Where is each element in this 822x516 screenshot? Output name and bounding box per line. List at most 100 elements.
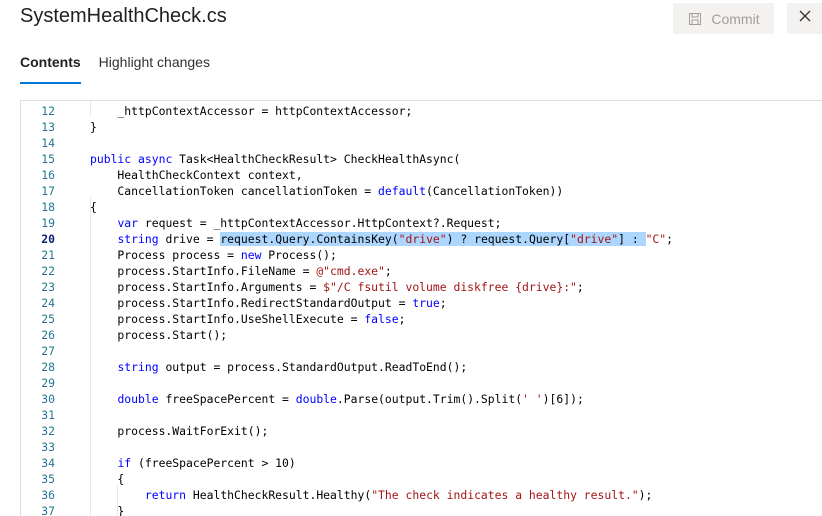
line-number: 12 [41,104,55,118]
code-token: ; [384,264,392,278]
code-token: freeSpacePercent = [158,392,296,406]
code-token: false [364,312,399,326]
close-icon [798,9,812,28]
code-token: true [412,296,440,310]
code-text: _httpContextAccessor = httpContextAccess… [90,103,412,119]
code-token: ; [666,232,673,246]
code-line[interactable]: 36 return HealthCheckResult.Healthy("The… [21,487,822,503]
file-name: SystemHealthCheck.cs [20,5,227,27]
code-token: )[6]); [542,392,584,406]
line-number: 24 [41,296,55,310]
code-line[interactable]: 24 process.StartInfo.RedirectStandardOut… [21,295,822,311]
code-token: process.WaitForExit(); [90,424,269,438]
code-token: string [117,232,159,246]
code-line[interactable]: 12 _httpContextAccessor = httpContextAcc… [21,103,822,119]
code-text: Process process = new Process(); [90,247,337,263]
code-text: return HealthCheckResult.Healthy("The ch… [90,487,653,503]
code-token: default [378,184,427,198]
code-line[interactable]: 25 process.StartInfo.UseShellExecute = f… [21,311,822,327]
code-token: } [90,504,125,516]
code-line[interactable]: 13} [21,119,822,135]
code-editor[interactable]: 12 _httpContextAccessor = httpContextAcc… [20,100,822,516]
line-number: 31 [41,408,55,422]
line-number: 37 [41,504,55,516]
code-token: process.StartInfo.UseShellExecute = [90,312,365,326]
code-line[interactable]: 28 string output = process.StandardOutpu… [21,359,822,375]
code-line[interactable]: 37 } [21,503,822,516]
code-token: ; [439,296,447,310]
line-number: 13 [41,120,55,134]
selected-code-token: ] : [618,232,646,246]
code-line[interactable]: 29 [21,375,822,391]
line-number: 26 [41,328,55,342]
tab-highlight-changes[interactable]: Highlight changes [99,48,210,84]
code-line[interactable]: 32 process.WaitForExit(); [21,423,822,439]
close-button[interactable] [787,3,822,34]
code-line[interactable]: 20 string drive = request.Query.Contains… [21,231,822,247]
code-token: { [90,200,97,214]
file-header: SystemHealthCheck.cs Commit Contents Hig… [0,0,822,100]
code-token: Process(); [261,248,337,262]
code-area[interactable]: 12 _httpContextAccessor = httpContextAcc… [21,101,822,516]
code-token: @"cmd.exe" [316,264,385,278]
code-token: { [90,472,125,486]
line-number: 27 [41,344,55,358]
line-number: 32 [41,424,55,438]
code-token: return [144,488,187,502]
code-token: ; [398,312,406,326]
line-number: 30 [41,392,55,406]
commit-button[interactable]: Commit [673,3,774,34]
line-number: 15 [41,152,55,166]
code-line[interactable]: 30 double freeSpacePercent = double.Pars… [21,391,822,407]
code-token: new [240,248,262,262]
line-number: 28 [41,360,55,374]
code-line[interactable]: 34 if (freeSpacePercent > 10) [21,455,822,471]
code-token: CancellationToken cancellationToken = [90,184,379,198]
code-token: "C" [645,232,667,246]
code-token: ); [638,488,653,502]
code-text: public async Task<HealthCheckResult> Che… [90,151,460,167]
code-line[interactable]: 33 [21,439,822,455]
commit-label: Commit [711,10,760,27]
selected-code-token: request.Query.ContainsKey( [220,232,399,246]
line-number: 33 [41,440,55,454]
code-line[interactable]: 16 HealthCheckContext context, [21,167,822,183]
code-line[interactable]: 15 public async Task<HealthCheckResult> C… [21,151,822,167]
code-token: (CancellationToken)) [426,184,564,198]
code-line[interactable]: 22 process.StartInfo.FileName = @"cmd.ex… [21,263,822,279]
selected-code-token: ) ? request.Query[ [446,232,571,246]
code-line[interactable]: 18 { [21,199,822,215]
code-token: ; [576,280,584,294]
code-token: if [117,456,132,470]
code-line[interactable]: 19 var request = _httpContextAccessor.Ht… [21,215,822,231]
code-token: $"/C fsutil volume diskfree {drive}:" [323,280,577,294]
code-text: process.StartInfo.UseShellExecute = fals… [90,311,405,327]
code-token: var [117,216,139,230]
code-line[interactable]: 27 [21,343,822,359]
code-token: process.StartInfo.RedirectStandardOutput… [90,296,413,310]
line-number: 22 [41,264,55,278]
line-number: 16 [41,168,55,182]
code-line[interactable]: 14 [21,135,822,151]
code-token: double [117,392,159,406]
code-line[interactable]: 31 [21,407,822,423]
code-line[interactable]: 23 process.StartInfo.Arguments = $"/C fs… [21,279,822,295]
code-line[interactable]: 17 CancellationToken cancellationToken =… [21,183,822,199]
tab-contents[interactable]: Contents [20,48,81,84]
code-line[interactable]: 35 { [21,471,822,487]
code-text: string drive = request.Query.ContainsKey… [90,231,673,247]
line-number: 25 [41,312,55,326]
line-number: 29 [41,376,55,390]
code-text: var request = _httpContextAccessor.HttpC… [90,215,501,231]
line-number: 14 [41,136,55,150]
code-token: HealthCheckContext context, [90,168,303,182]
code-line[interactable]: 26 process.Start(); [21,327,822,343]
code-token: Task<HealthCheckResult> CheckHealthAsync… [172,152,461,166]
code-token: (freeSpacePercent > 10) [131,456,296,470]
code-line[interactable]: 21 Process process = new Process(); [21,247,822,263]
code-text: process.Start(); [90,327,227,343]
